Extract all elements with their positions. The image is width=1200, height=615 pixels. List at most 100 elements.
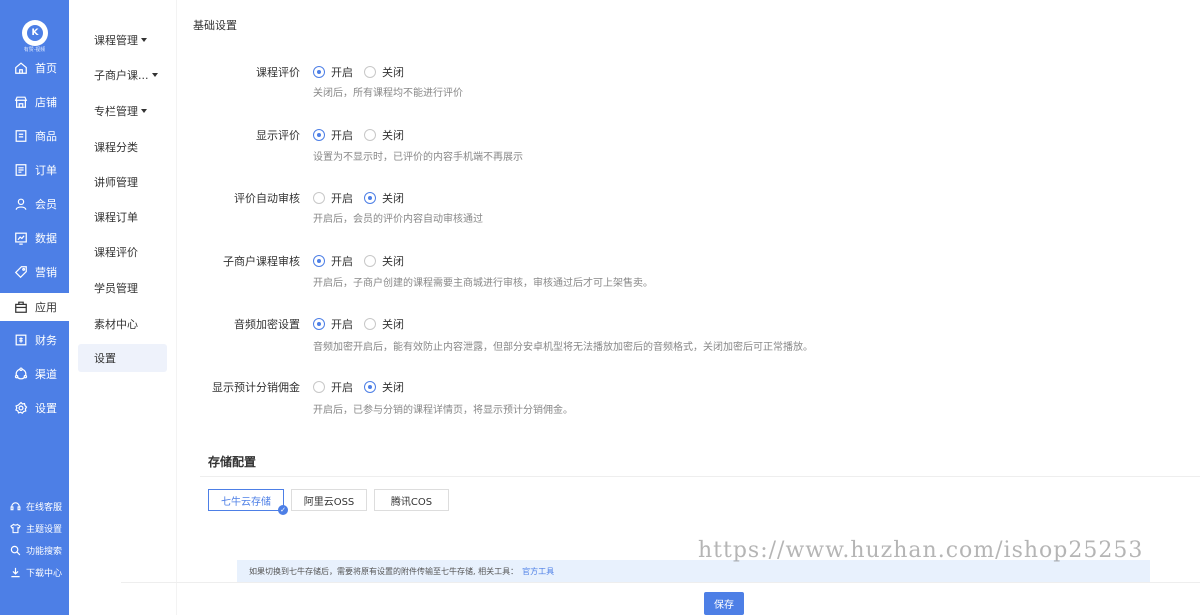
radio-commission-off[interactable]: 关闭 — [364, 379, 404, 395]
footer-divider — [121, 582, 1200, 583]
watermark-text: https://www.huzhan.com/ishop25253 — [698, 538, 1144, 563]
radio-show-review-off[interactable]: 关闭 — [364, 127, 404, 143]
home-icon — [15, 62, 27, 74]
nav-label: 财务 — [35, 334, 57, 347]
nav-label: 应用 — [35, 301, 57, 314]
radio-circle — [364, 318, 376, 330]
headset-icon — [10, 501, 21, 510]
sub-item-label: 专栏管理 — [94, 105, 138, 118]
radio-label: 关闭 — [382, 381, 404, 394]
radio-label: 开启 — [331, 129, 353, 142]
radio-submerchant-audit-on[interactable]: 开启 — [313, 253, 353, 269]
nav-item-channel[interactable]: 渠道 — [0, 360, 69, 388]
sub-item-submerchant-course[interactable]: 子商户课... — [78, 61, 167, 89]
radio-label: 开启 — [331, 318, 353, 331]
radio-label: 开启 — [331, 255, 353, 268]
radio-circle — [364, 381, 376, 393]
sub-item-settings[interactable]: 设置 — [78, 344, 167, 372]
storage-notice: 如果切换到七牛存储后，需要将原有设置的附件传输至七牛存储, 相关工具： 官方工具 — [237, 560, 1150, 582]
bottom-item-search[interactable]: 功能搜索 — [10, 542, 62, 558]
radio-audio-encrypt-off[interactable]: 关闭 — [364, 316, 404, 332]
radio-show-review-on[interactable]: 开启 — [313, 127, 353, 143]
nav-item-goods[interactable]: 商品 — [0, 122, 69, 150]
bottom-item-download[interactable]: 下载中心 — [10, 564, 62, 580]
storage-tab-tencent[interactable]: 腾讯COS — [374, 489, 449, 511]
storage-tab-aliyun[interactable]: 阿里云OSS — [291, 489, 367, 511]
bottom-item-theme[interactable]: 主题设置 — [10, 520, 62, 536]
storage-tab-label: 七牛云存储 — [221, 496, 271, 508]
caret-down-icon — [141, 38, 147, 42]
nav-item-settings[interactable]: 设置 — [0, 394, 69, 422]
storage-divider — [200, 476, 1200, 477]
bottom-item-support[interactable]: 在线客服 — [10, 498, 62, 514]
sub-item-column-manage[interactable]: 专栏管理 — [78, 97, 167, 125]
nav-label: 首页 — [35, 62, 57, 75]
tag-icon — [14, 266, 27, 279]
sub-item-course-review[interactable]: 课程评价 — [78, 238, 167, 266]
nav-item-data[interactable]: 数据 — [0, 224, 69, 252]
nav-item-home[interactable]: 首页 — [0, 54, 69, 82]
data-icon — [15, 232, 27, 245]
nav-item-order[interactable]: 订单 — [0, 156, 69, 184]
sub-item-label: 课程分类 — [94, 141, 138, 154]
caret-down-icon — [141, 109, 147, 113]
radio-commission-on[interactable]: 开启 — [313, 379, 353, 395]
setting-label: 评价自动审核 — [234, 192, 300, 205]
sub-item-course-category[interactable]: 课程分类 — [78, 133, 167, 161]
finance-icon — [15, 334, 27, 346]
storage-config-title: 存储配置 — [208, 455, 257, 469]
sub-item-student[interactable]: 学员管理 — [78, 274, 167, 302]
storage-tab-qiniu[interactable]: 七牛云存储 ✓ — [208, 489, 288, 515]
radio-label: 关闭 — [382, 129, 404, 142]
setting-label: 显示评价 — [256, 129, 300, 142]
radio-label: 关闭 — [382, 192, 404, 205]
nav-label: 设置 — [35, 402, 57, 415]
shirt-icon — [10, 523, 21, 533]
nav-item-app[interactable]: 应用 — [0, 293, 69, 321]
radio-course-review-off[interactable]: 关闭 — [364, 64, 404, 80]
radio-circle — [313, 381, 325, 393]
order-icon — [15, 164, 27, 176]
sub-item-course-manage[interactable]: 课程管理 — [78, 26, 167, 54]
nav-item-finance[interactable]: 财务 — [0, 326, 69, 354]
setting-hint: 开启后，子商户创建的课程需要主商城进行审核，审核通过后才可上架售卖。 — [313, 278, 653, 289]
radio-submerchant-audit-off[interactable]: 关闭 — [364, 253, 404, 269]
radio-label: 关闭 — [382, 318, 404, 331]
nav-item-member[interactable]: 会员 — [0, 190, 69, 218]
setting-hint: 设置为不显示时，已评价的内容手机端不再展示 — [313, 152, 523, 163]
app-icon — [15, 301, 27, 313]
sub-item-label: 课程评价 — [94, 246, 138, 259]
sub-item-label: 学员管理 — [94, 282, 138, 295]
save-button[interactable]: 保存 — [704, 592, 744, 615]
nav-item-store[interactable]: 店铺 — [0, 88, 69, 116]
member-icon — [15, 198, 27, 210]
sub-item-label: 讲师管理 — [94, 176, 138, 189]
sub-item-material[interactable]: 素材中心 — [78, 310, 167, 338]
store-icon — [14, 96, 28, 108]
setting-label: 子商户课程审核 — [223, 255, 300, 268]
sub-item-course-order[interactable]: 课程订单 — [78, 203, 167, 231]
nav-item-marketing[interactable]: 营销 — [0, 258, 69, 286]
radio-auto-audit-off[interactable]: 关闭 — [364, 190, 404, 206]
nav-label: 数据 — [35, 232, 57, 245]
channel-icon — [14, 367, 28, 380]
bottom-item-label: 在线客服 — [26, 502, 63, 513]
nav-label: 会员 — [35, 198, 57, 211]
setting-hint: 关闭后，所有课程均不能进行评价 — [313, 88, 463, 99]
setting-label: 音频加密设置 — [234, 318, 300, 331]
sub-item-lecturer[interactable]: 讲师管理 — [78, 168, 167, 196]
brand-logo[interactable]: K — [22, 20, 48, 46]
bottom-item-label: 功能搜索 — [26, 546, 63, 557]
app-root: K 有赞·视频 首页 店铺 商品 订单 会员 数据 营销 应用 财务 渠道 设置… — [0, 0, 1200, 615]
sub-item-label: 子商户课... — [94, 69, 149, 82]
radio-audio-encrypt-on[interactable]: 开启 — [313, 316, 353, 332]
radio-label: 开启 — [331, 66, 353, 79]
radio-circle — [313, 255, 325, 267]
radio-circle — [313, 192, 325, 204]
sub-item-label: 课程订单 — [94, 211, 138, 224]
radio-course-review-on[interactable]: 开启 — [313, 64, 353, 80]
bottom-item-label: 主题设置 — [26, 524, 63, 535]
radio-auto-audit-on[interactable]: 开启 — [313, 190, 353, 206]
radio-circle — [313, 66, 325, 78]
official-tool-link[interactable]: 官方工具 — [522, 566, 554, 577]
